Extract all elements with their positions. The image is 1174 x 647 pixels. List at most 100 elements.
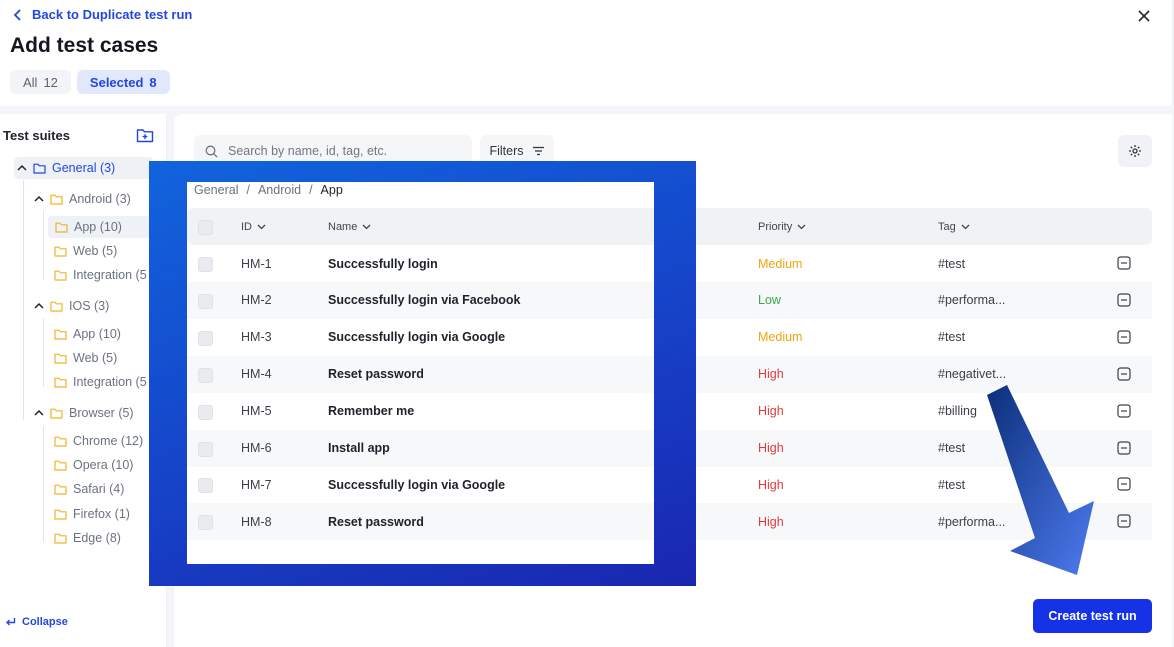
row-checkbox[interactable] bbox=[198, 515, 213, 531]
select-all-checkbox[interactable] bbox=[198, 220, 213, 235]
case-id: HM-3 bbox=[241, 330, 272, 345]
case-name[interactable]: Successfully login bbox=[328, 245, 438, 282]
remove-icon[interactable] bbox=[1117, 293, 1131, 307]
sidebar-title: Test suites bbox=[3, 128, 70, 143]
case-name[interactable]: Successfully login via Google bbox=[328, 466, 505, 503]
folder-icon bbox=[50, 408, 63, 419]
remove-icon[interactable] bbox=[1117, 330, 1131, 344]
tree-item-label: Integration (5 bbox=[73, 375, 147, 389]
tree-item-label: App (10) bbox=[73, 327, 121, 341]
row-checkbox[interactable] bbox=[198, 478, 213, 494]
row-checkbox[interactable] bbox=[198, 404, 213, 420]
table-row[interactable]: HM-2Successfully login via FacebookLow#p… bbox=[187, 281, 654, 319]
tree-item[interactable]: App (10) bbox=[48, 216, 155, 238]
folder-icon bbox=[50, 194, 63, 205]
tab-all-label: All bbox=[23, 74, 38, 90]
case-id: HM-5 bbox=[241, 404, 272, 419]
case-tag: #test bbox=[938, 256, 966, 271]
case-id: HM-7 bbox=[241, 477, 272, 492]
folder-icon bbox=[54, 329, 67, 340]
tree-item[interactable]: Browser (5) bbox=[34, 402, 134, 424]
column-tag[interactable]: Tag bbox=[938, 208, 970, 245]
table-row[interactable]: HM-8Reset passwordHigh#performa... bbox=[187, 503, 654, 541]
tab-selected-label: Selected bbox=[89, 74, 144, 90]
page-title: Add test cases bbox=[10, 34, 159, 57]
table-row[interactable]: HM-4Reset passwordHigh#negativet... bbox=[187, 355, 654, 393]
tree-item[interactable]: Opera (10) bbox=[54, 454, 133, 476]
tree-item[interactable]: IOS (3) bbox=[34, 295, 109, 317]
folder-icon bbox=[54, 377, 67, 388]
row-checkbox[interactable] bbox=[198, 330, 213, 346]
case-priority: High bbox=[758, 441, 784, 455]
chevron-down-icon bbox=[257, 224, 266, 229]
case-priority: High bbox=[758, 514, 784, 529]
tree-item[interactable]: Firefox (1) bbox=[54, 503, 130, 525]
back-link-label: Back to Duplicate test run bbox=[32, 7, 193, 22]
chevron-up-icon[interactable] bbox=[34, 302, 44, 310]
filters-label: Filters bbox=[489, 144, 524, 158]
tab-all-count: 12 bbox=[43, 74, 58, 90]
header: Back to Duplicate test run Add test case… bbox=[0, 0, 1174, 106]
tree-guide bbox=[23, 180, 24, 420]
table-row[interactable]: HM-5Remember meHigh#billing bbox=[187, 393, 654, 430]
row-checkbox[interactable] bbox=[198, 441, 213, 457]
tab-all[interactable]: All 12 bbox=[10, 70, 71, 94]
case-name[interactable]: Reset password bbox=[328, 356, 424, 393]
tab-selected[interactable]: Selected 8 bbox=[76, 70, 170, 94]
tree-item-label: Integration (5 bbox=[73, 268, 147, 282]
chevron-up-icon[interactable] bbox=[17, 164, 27, 172]
row-checkbox[interactable] bbox=[198, 293, 213, 309]
tree-item[interactable]: Android (3) bbox=[34, 188, 131, 210]
gear-icon bbox=[1129, 145, 1141, 157]
row-checkbox[interactable] bbox=[198, 367, 213, 383]
remove-icon[interactable] bbox=[1117, 256, 1131, 270]
folder-icon bbox=[50, 301, 63, 312]
tree-item[interactable]: General (3) bbox=[14, 157, 153, 179]
tree-item-label: General (3) bbox=[52, 161, 116, 175]
back-link[interactable]: Back to Duplicate test run bbox=[13, 7, 192, 22]
tree-guide bbox=[43, 318, 44, 387]
folder-icon bbox=[54, 460, 67, 471]
tree-item-label: Edge (8) bbox=[73, 531, 121, 545]
add-folder-icon[interactable] bbox=[136, 127, 154, 143]
case-name[interactable]: Reset password bbox=[328, 503, 424, 540]
collapse-button[interactable]: Collapse bbox=[5, 616, 68, 628]
table-row[interactable]: HM-1Successfully loginMedium#test bbox=[187, 245, 654, 282]
tree-item[interactable]: Integration (5 bbox=[54, 264, 147, 286]
column-name[interactable]: Name bbox=[328, 208, 371, 245]
highlight-frame: General / Android / App ID Name Priority… bbox=[149, 161, 696, 586]
table-row[interactable]: HM-6Install appHigh#test bbox=[187, 429, 654, 467]
tree-item[interactable]: Integration (5 bbox=[54, 371, 147, 393]
row-checkbox[interactable] bbox=[198, 257, 213, 272]
search-input[interactable] bbox=[226, 143, 460, 159]
chevron-down-icon bbox=[797, 224, 806, 229]
case-tag: #test bbox=[938, 441, 966, 455]
chevron-up-icon[interactable] bbox=[34, 409, 44, 417]
tree-item[interactable]: Edge (8) bbox=[54, 527, 121, 549]
case-name[interactable]: Remember me bbox=[328, 393, 414, 430]
tree-item[interactable]: Web (5) bbox=[54, 347, 117, 369]
tree-item[interactable]: Chrome (12) bbox=[54, 430, 143, 452]
case-name[interactable]: Successfully login via Facebook bbox=[328, 282, 520, 319]
tree-item[interactable]: Safari (4) bbox=[54, 478, 124, 500]
folder-icon bbox=[54, 353, 67, 364]
table-row[interactable]: HM-7Successfully login via GoogleHigh#te… bbox=[187, 466, 654, 503]
tree-item-label: IOS (3) bbox=[69, 299, 110, 313]
chevron-up-icon[interactable] bbox=[34, 195, 44, 203]
table-row[interactable]: HM-3Successfully login via GoogleMedium#… bbox=[187, 319, 654, 356]
tree-item[interactable]: App (10) bbox=[54, 323, 121, 345]
close-button[interactable] bbox=[1133, 5, 1155, 27]
case-name[interactable]: Install app bbox=[328, 430, 390, 467]
tree-item-label: Web (5) bbox=[73, 351, 118, 365]
case-name[interactable]: Successfully login via Google bbox=[328, 319, 505, 356]
chevron-down-icon bbox=[961, 224, 970, 229]
column-name-label: Name bbox=[328, 220, 358, 233]
column-priority[interactable]: Priority bbox=[758, 208, 806, 245]
create-test-run-button[interactable]: Create test run bbox=[1033, 599, 1152, 633]
column-id[interactable]: ID bbox=[241, 208, 266, 245]
folder-icon bbox=[33, 163, 46, 174]
settings-button[interactable] bbox=[1118, 135, 1152, 167]
remove-icon[interactable] bbox=[1117, 367, 1131, 381]
folder-icon bbox=[55, 222, 68, 233]
tree-item[interactable]: Web (5) bbox=[54, 240, 117, 262]
